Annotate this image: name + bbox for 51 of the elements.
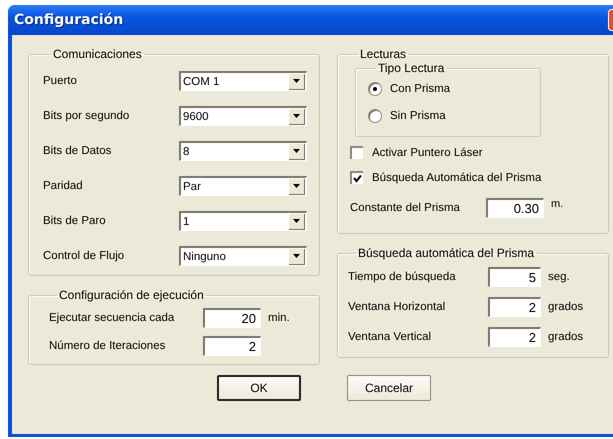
field-label: Bits de Datos bbox=[43, 144, 112, 156]
caret-icon bbox=[293, 219, 300, 223]
input-field[interactable]: 5 bbox=[488, 267, 541, 287]
option-label: Con Prisma bbox=[390, 82, 450, 94]
field-label: Puerto bbox=[43, 74, 77, 86]
dropdown[interactable]: Ninguno bbox=[179, 246, 307, 266]
group-title: Configuración de ejecución bbox=[58, 288, 205, 302]
input-field[interactable]: 20 bbox=[203, 308, 261, 328]
group-title: Búsqueda automática del Prisma bbox=[357, 246, 536, 260]
dropdown[interactable]: 1 bbox=[179, 210, 307, 230]
group-title: Lecturas bbox=[359, 47, 408, 61]
dropdown[interactable]: Par bbox=[179, 176, 307, 196]
field-label: Ejecutar secuencia cada bbox=[49, 312, 176, 324]
field-label: Tiempo de búsqueda bbox=[348, 271, 457, 283]
unit-label: m. bbox=[551, 198, 564, 210]
input-field[interactable]: 2 bbox=[488, 327, 541, 347]
radio-button[interactable] bbox=[368, 108, 382, 122]
option-label: Activar Puntero Láser bbox=[372, 146, 483, 158]
field-label: Bits de Paro bbox=[43, 214, 106, 226]
input-field[interactable]: 2 bbox=[488, 297, 541, 317]
group-title: Tipo Lectura bbox=[377, 61, 446, 75]
group-title: Comunicaciones bbox=[52, 47, 143, 61]
ok-button[interactable]: OK bbox=[217, 375, 301, 401]
option-label: Búsqueda Automática del Prisma bbox=[372, 172, 542, 184]
unit-label: grados bbox=[548, 301, 584, 313]
field-label: Bits por segundo bbox=[43, 110, 130, 122]
dropdown[interactable]: 9600 bbox=[179, 106, 307, 126]
field-label: Número de Iteraciones bbox=[49, 340, 166, 352]
radio-button[interactable] bbox=[368, 82, 382, 96]
unit-label: seg. bbox=[548, 271, 570, 283]
unit-label: grados bbox=[548, 331, 584, 343]
caret-icon bbox=[293, 79, 300, 83]
input-field[interactable]: 2 bbox=[203, 336, 261, 356]
dropdown[interactable]: COM 1 bbox=[179, 70, 307, 90]
field-label: Paridad bbox=[43, 180, 83, 192]
field-label: Control de Flujo bbox=[43, 250, 124, 262]
caret-icon bbox=[293, 184, 300, 188]
checkbox[interactable] bbox=[350, 146, 363, 159]
window-title: Configuración bbox=[14, 12, 124, 28]
caret-icon bbox=[293, 114, 300, 118]
option-label: Sin Prisma bbox=[390, 110, 446, 122]
caret-icon bbox=[293, 149, 300, 153]
caret-icon bbox=[293, 254, 300, 258]
field-label: Ventana Vertical bbox=[348, 331, 432, 343]
unit-label: min. bbox=[268, 312, 290, 324]
field-label: Ventana Horizontal bbox=[348, 301, 446, 313]
cancel-button[interactable]: Cancelar bbox=[347, 375, 431, 401]
dropdown[interactable]: 8 bbox=[179, 140, 307, 160]
input-field[interactable]: 0.30 bbox=[486, 198, 544, 218]
checkbox[interactable] bbox=[350, 171, 363, 184]
field-label: Constante del Prisma bbox=[350, 202, 461, 214]
